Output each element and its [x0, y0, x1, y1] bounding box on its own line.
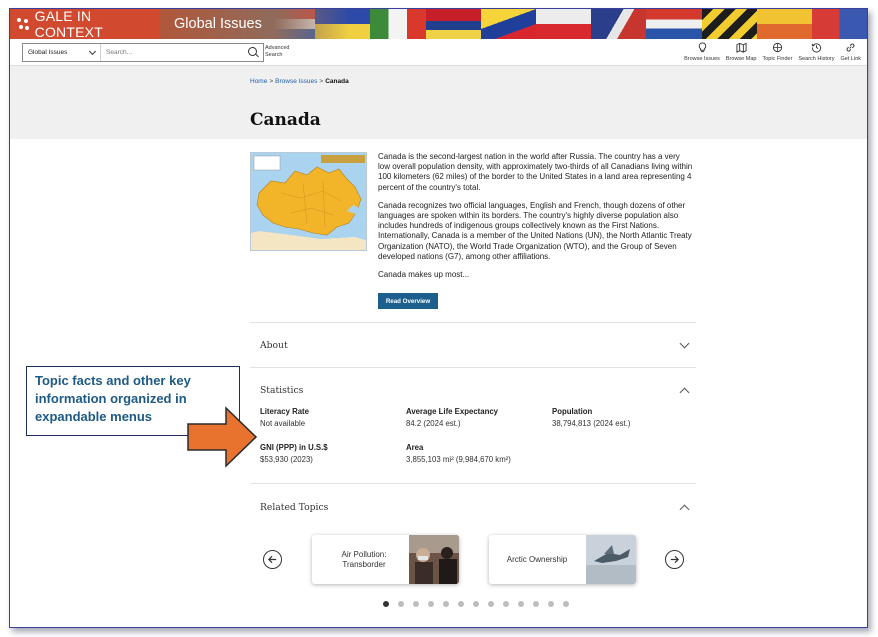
toolbar-tools: Browse Issues Browse Map Topic Finder Se… [684, 42, 861, 62]
stat-label: GNI (PPP) in U.S.$ [260, 443, 328, 452]
browse-map-label: Browse Map [725, 56, 757, 62]
map-icon [736, 42, 747, 53]
carousel-dot[interactable] [428, 601, 434, 607]
stat-population: Population 38,794,813 (2024 est.) [552, 407, 630, 428]
carousel-dot[interactable] [383, 601, 389, 607]
stat-value: Not available [260, 419, 306, 428]
stat-value: 38,794,813 (2024 est.) [552, 419, 631, 428]
section-divider [250, 322, 696, 323]
breadcrumb-current: Canada [325, 78, 349, 85]
lightbulb-icon [698, 42, 706, 53]
topic-finder-icon [772, 42, 783, 53]
search-history-button[interactable]: Search History [798, 42, 835, 62]
overview-paragraph: Canada is the second-largest nation in t… [378, 152, 693, 192]
carousel-prev-button[interactable] [263, 550, 282, 569]
canada-map-graphic [251, 153, 366, 250]
stat-label: Population [552, 407, 593, 416]
topic-finder-button[interactable]: Topic Finder [762, 42, 792, 62]
carousel-dot[interactable] [413, 601, 419, 607]
callout-arrow-icon [187, 406, 258, 468]
arctic-ownership-thumbnail [586, 535, 636, 584]
product-title: Global Issues [174, 16, 262, 32]
related-topic-label: Arctic Ownership [506, 554, 568, 564]
search-icon[interactable] [248, 47, 259, 58]
carousel-dot[interactable] [518, 601, 524, 607]
search-scope-value: Global Issues [28, 49, 68, 56]
related-topic-card-air-pollution[interactable]: Air Pollution: Transborder [312, 535, 459, 584]
stat-value: 84.2 (2024 est.) [406, 419, 461, 428]
carousel-dot[interactable] [443, 601, 449, 607]
product-title-area: Global Issues [160, 9, 350, 39]
related-topics-accordion-header[interactable]: Related Topics [250, 498, 696, 516]
breadcrumb: Home > Browse Issues > Canada [250, 78, 349, 85]
browse-map-button[interactable]: Browse Map [725, 42, 757, 62]
chevron-down-icon [679, 338, 690, 348]
get-link-label: Get Link [840, 56, 861, 62]
carousel-dot[interactable] [563, 601, 569, 607]
stat-value: 3,855,103 mi² (9,984,670 km²) [406, 455, 511, 464]
app-frame: Global Issues GALE IN CONTEXT Global Iss… [9, 8, 868, 628]
statistics-accordion-header[interactable]: Statistics [250, 381, 696, 399]
carousel-dot[interactable] [398, 601, 404, 607]
breadcrumb-home-link[interactable]: Home [250, 78, 267, 85]
canada-map-image[interactable] [250, 152, 367, 251]
carousel-dot[interactable] [458, 601, 464, 607]
overview-summary: Canada is the second-largest nation in t… [378, 152, 694, 288]
gale-logo-icon [17, 18, 29, 30]
stat-label: Literacy Rate [260, 407, 309, 416]
arrow-left-icon [267, 555, 277, 564]
advanced-search-link[interactable]: Advanced Search [265, 45, 293, 58]
stat-label: Area [406, 443, 424, 452]
related-topics-accordion-title: Related Topics [260, 501, 329, 513]
search-history-label: Search History [798, 56, 835, 62]
chevron-down-icon [88, 47, 97, 55]
stat-value: $53,930 (2023) [260, 455, 313, 464]
page-header: Home > Browse Issues > Canada Canada [10, 66, 867, 139]
brand-logo-area[interactable]: GALE IN CONTEXT [10, 9, 160, 39]
section-divider [250, 483, 696, 484]
search-scope-select[interactable]: Global Issues [23, 44, 101, 61]
carousel-dot[interactable] [548, 601, 554, 607]
stat-label: Average Life Expectancy [406, 407, 499, 416]
related-topic-card-arctic-ownership[interactable]: Arctic Ownership [489, 535, 636, 584]
brand-title: GALE IN CONTEXT [34, 9, 103, 39]
read-overview-button[interactable]: Read Overview [378, 293, 438, 309]
section-divider [250, 367, 696, 368]
overview-paragraph: Canada recognizes two official languages… [378, 200, 692, 261]
carousel-dot[interactable] [503, 601, 509, 607]
carousel-pagination [383, 601, 569, 607]
search-box: Global Issues [22, 43, 264, 62]
page-title: Canada [250, 110, 321, 130]
breadcrumb-separator: > [319, 78, 324, 85]
about-accordion-header[interactable]: About [250, 336, 696, 354]
carousel-next-button[interactable] [665, 550, 684, 569]
topic-finder-label: Topic Finder [762, 56, 793, 62]
carousel-dot[interactable] [488, 601, 494, 607]
chevron-up-icon [679, 387, 690, 397]
history-icon [811, 43, 821, 53]
flags-banner-image [260, 9, 867, 39]
breadcrumb-separator: > [269, 78, 274, 85]
browse-issues-button[interactable]: Browse Issues [684, 42, 720, 62]
stat-gni: GNI (PPP) in U.S.$ $53,930 (2023) [260, 443, 328, 464]
about-accordion-title: About [260, 339, 288, 351]
get-link-button[interactable]: Get Link [841, 42, 861, 62]
link-icon [846, 43, 855, 52]
overview-paragraph: Canada makes up most... [378, 270, 470, 280]
search-toolbar: Global Issues Advanced Search Browse Iss… [10, 39, 867, 66]
search-input[interactable] [101, 44, 248, 61]
related-topic-label: Air Pollution: Transborder [341, 549, 387, 569]
air-pollution-thumbnail [409, 535, 459, 584]
chevron-up-icon [679, 504, 690, 514]
carousel-dot[interactable] [473, 601, 479, 607]
carousel-dot[interactable] [533, 601, 539, 607]
statistics-accordion-title: Statistics [260, 384, 304, 396]
stat-literacy-rate: Literacy Rate Not available [260, 407, 309, 428]
header-banner: Global Issues GALE IN CONTEXT [10, 9, 867, 39]
stat-life-expectancy: Average Life Expectancy 84.2 (2024 est.) [406, 407, 498, 428]
arrow-right-icon [670, 555, 680, 564]
browse-issues-label: Browse Issues [684, 56, 720, 62]
stat-area: Area 3,855,103 mi² (9,984,670 km²) [406, 443, 511, 464]
breadcrumb-browse-link[interactable]: Browse Issues [275, 78, 317, 85]
